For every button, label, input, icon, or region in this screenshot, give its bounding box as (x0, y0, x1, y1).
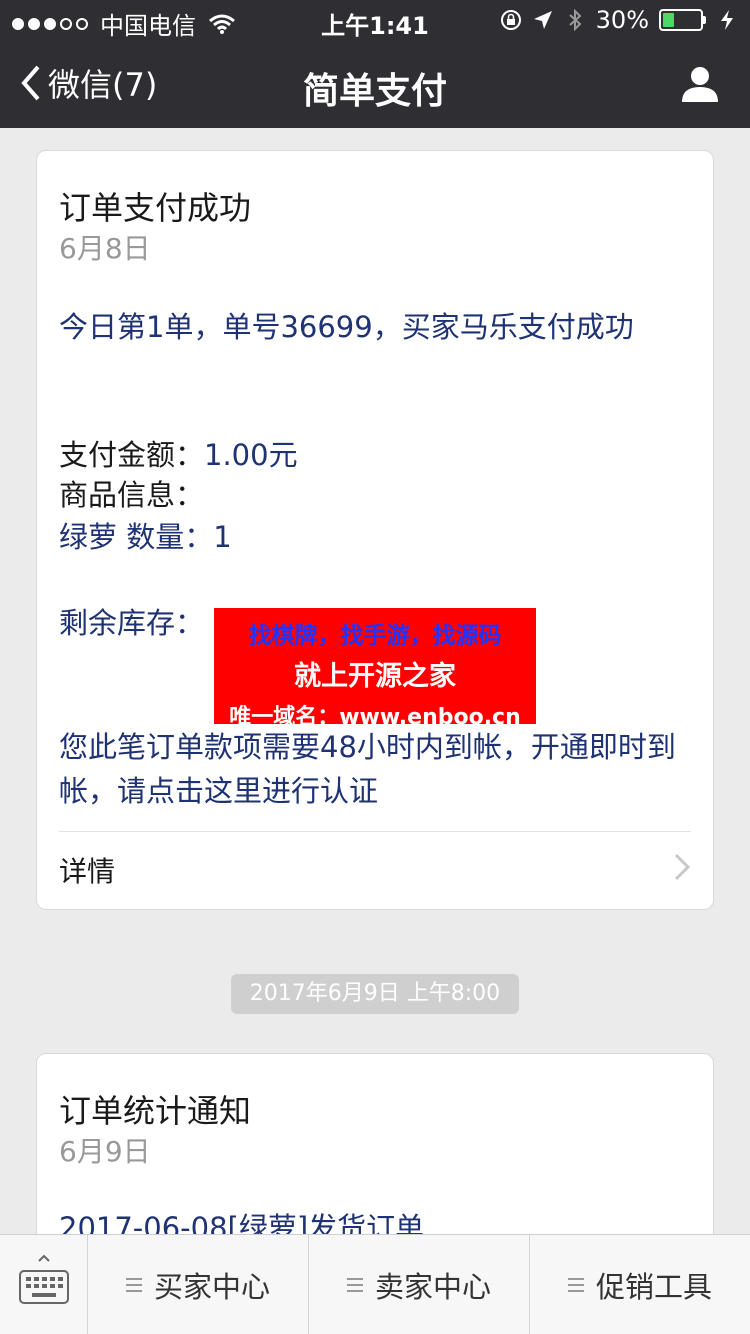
page-title: 简单支付 (302, 71, 447, 112)
tab-label: 促销工具 (595, 1269, 712, 1304)
bluetooth-icon (568, 9, 582, 31)
menu-icon (567, 1277, 584, 1292)
amount-label: 支付金额： (59, 438, 205, 472)
location-icon (533, 11, 552, 29)
tab-seller-center[interactable]: 卖家中心 (309, 1235, 530, 1334)
amount-row: 支付金额：1.00元 (59, 433, 298, 477)
battery-percent: 30% (595, 6, 649, 34)
card-title: 订单统计通知 (59, 1092, 252, 1130)
payment-success-card[interactable]: 订单支付成功 6月8日 今日第1单，单号36699，买家马乐支付成功 支付金额：… (36, 150, 714, 910)
navigation-bar: 微信(7) 简单支付 (0, 40, 750, 128)
goods-value: 绿萝 数量：1 (59, 520, 232, 554)
top-header: 中国电信 上午1:41 30% 微信(7) 简单支付 (0, 0, 750, 128)
menu-icon (346, 1277, 363, 1292)
payout-notice[interactable]: 您此笔订单款项需要48小时内到帐，开通即时到帐，请点击这里进行认证 (59, 725, 699, 813)
status-bar: 中国电信 上午1:41 30% (0, 0, 750, 40)
battery-level (663, 13, 674, 27)
charging-icon (721, 10, 733, 30)
card-title: 订单支付成功 (59, 189, 252, 227)
keyboard-toggle-button[interactable] (0, 1235, 88, 1334)
watermark-line-3: 唯一域名：www.enboo.cn (229, 705, 521, 730)
card-date: 6月9日 (59, 1135, 151, 1168)
status-right: 30% (500, 6, 738, 34)
menu-icon (125, 1277, 142, 1292)
orientation-lock-icon (500, 10, 521, 30)
person-icon[interactable] (680, 64, 720, 104)
timestamp-badge: 2017年6月9日 上午8:00 (231, 974, 519, 1014)
card-date: 6月8日 (59, 232, 151, 265)
keyboard-icon (19, 1254, 69, 1304)
amount-value: 1.00元 (204, 438, 298, 472)
goods-label: 商品信息： (59, 478, 205, 512)
tab-label: 卖家中心 (374, 1269, 491, 1304)
bottom-menu-bar: 买家中心 卖家中心 促销工具 (0, 1234, 750, 1334)
detail-label: 详情 (59, 855, 116, 888)
watermark-banner: 找棋牌，找手游，找源码 就上开源之家 唯一域名：www.enboo.cn (214, 608, 536, 730)
battery-icon (659, 9, 706, 31)
tab-label: 买家中心 (153, 1269, 270, 1304)
watermark-line-1: 找棋牌，找手游，找源码 (248, 623, 502, 649)
stock-label: 剩余库存： (59, 606, 205, 640)
tab-buyer-center[interactable]: 买家中心 (88, 1235, 309, 1334)
tab-promotion-tools[interactable]: 促销工具 (530, 1235, 750, 1334)
chevron-right-icon (674, 853, 691, 881)
detail-row[interactable]: 详情 (37, 832, 713, 909)
watermark-line-2: 就上开源之家 (294, 661, 456, 692)
order-summary[interactable]: 今日第1单，单号36699，买家马乐支付成功 (59, 305, 699, 349)
